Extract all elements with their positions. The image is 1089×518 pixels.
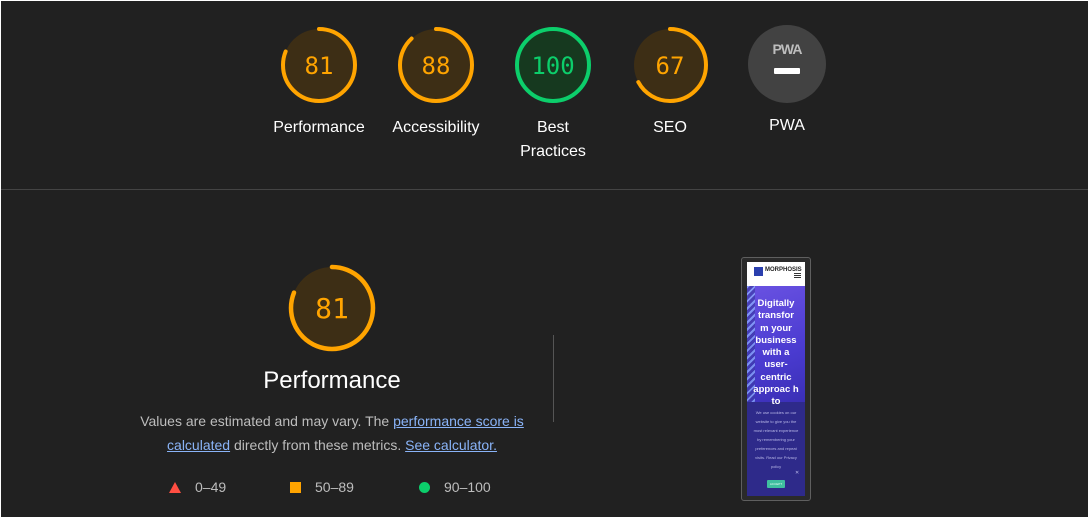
gauge-ring: 67 — [632, 27, 708, 103]
gauge-label: SEO — [653, 119, 687, 136]
gauge-score: 81 — [315, 292, 349, 325]
site-headline: Digitally transfor m your business with … — [753, 298, 799, 408]
dash-icon — [774, 68, 800, 74]
final-screenshot[interactable]: MORPHOSIS Digitally transfor m your busi… — [741, 257, 811, 501]
gauge-ring: 81 — [288, 264, 376, 352]
gauge-best-practices[interactable]: 100 Best Practices — [493, 25, 613, 164]
gauge-score: 67 — [656, 52, 685, 80]
pwa-badge-text: PWA — [772, 41, 803, 57]
gauge-score: 88 — [422, 52, 451, 80]
gauge-label: Performance — [273, 119, 365, 136]
screenshot-screen: MORPHOSIS Digitally transfor m your busi… — [747, 262, 805, 496]
gauge-score: 81 — [305, 52, 334, 80]
gauge-label: PWA — [769, 117, 805, 134]
section-divider — [1, 189, 1088, 190]
pwa-badge: PWA — [748, 25, 826, 103]
close-icon: ✕ — [795, 470, 800, 476]
legend-item-average: 50–89 — [290, 479, 354, 495]
gauge-label-line2: Practices — [520, 143, 586, 160]
cookie-accept-button: ACCEPT — [767, 480, 785, 488]
desc-text: directly from these metrics. — [230, 437, 406, 453]
legend-range: 50–89 — [315, 479, 354, 495]
vertical-divider — [553, 335, 554, 422]
lighthouse-report: 81 Performance 88 Accessibility 100 Best… — [1, 1, 1088, 517]
gauge-label: Accessibility — [392, 119, 480, 136]
legend-range: 0–49 — [195, 479, 227, 495]
gauge-ring: 81 — [281, 27, 357, 103]
gauge-ring: 100 — [515, 27, 591, 103]
logo-icon — [754, 267, 763, 276]
legend-item-fail: 0–49 — [169, 479, 226, 495]
performance-description: Values are estimated and may vary. The p… — [132, 409, 532, 457]
legend-range: 90–100 — [444, 479, 491, 495]
see-calculator-link[interactable]: See calculator. — [405, 437, 497, 453]
gauge-label-line1: Best — [536, 119, 569, 136]
performance-gauge-large: 81 — [287, 263, 377, 358]
cookie-notice: We use cookies on our website to give yo… — [753, 410, 799, 469]
gauge-accessibility[interactable]: 88 Accessibility — [376, 25, 496, 140]
performance-title: Performance — [263, 367, 401, 394]
gauge-label: Best Practices — [493, 116, 613, 164]
gauge-performance[interactable]: 81 Performance — [259, 25, 379, 140]
desc-text: Values are estimated and may vary. The — [140, 413, 394, 429]
site-header: MORPHOSIS — [747, 262, 805, 286]
gauge-ring: 88 — [398, 27, 474, 103]
hamburger-menu-icon — [794, 273, 801, 274]
gauge-seo[interactable]: 67 SEO — [610, 25, 730, 140]
square-icon — [290, 481, 301, 493]
score-summary: 81 Performance 88 Accessibility 100 Best… — [1, 1, 1088, 189]
gauge-score: 100 — [531, 52, 574, 80]
triangle-icon — [169, 481, 181, 493]
legend-item-pass: 90–100 — [419, 479, 491, 495]
gauge-pwa[interactable]: PWA PWA — [727, 25, 847, 138]
circle-icon — [419, 481, 430, 493]
